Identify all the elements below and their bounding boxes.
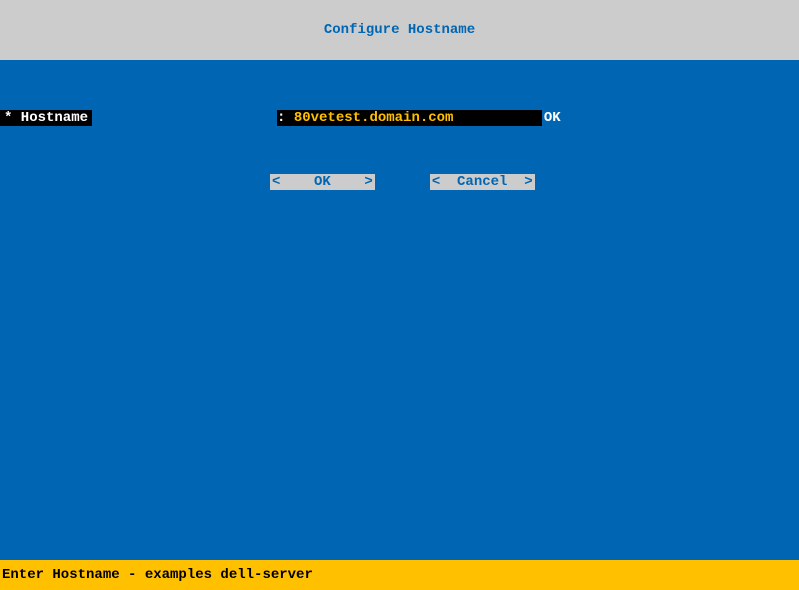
field-suffix: OK bbox=[542, 110, 561, 126]
status-text: Enter Hostname - examples dell-server bbox=[2, 567, 313, 583]
button-row: < OK > < Cancel > bbox=[0, 174, 799, 190]
cancel-button[interactable]: < Cancel > bbox=[430, 174, 535, 190]
hostname-input-wrap: : OK bbox=[277, 110, 561, 126]
hostname-input[interactable] bbox=[294, 110, 542, 126]
page-title: Configure Hostname bbox=[324, 22, 475, 38]
hostname-label: * Hostname bbox=[0, 110, 92, 126]
title-bar: Configure Hostname bbox=[0, 0, 799, 60]
status-bar: Enter Hostname - examples dell-server bbox=[0, 560, 799, 590]
field-prefix: : bbox=[277, 110, 294, 126]
hostname-field-row: * Hostname : OK bbox=[0, 110, 799, 126]
ok-button[interactable]: < OK > bbox=[270, 174, 375, 190]
